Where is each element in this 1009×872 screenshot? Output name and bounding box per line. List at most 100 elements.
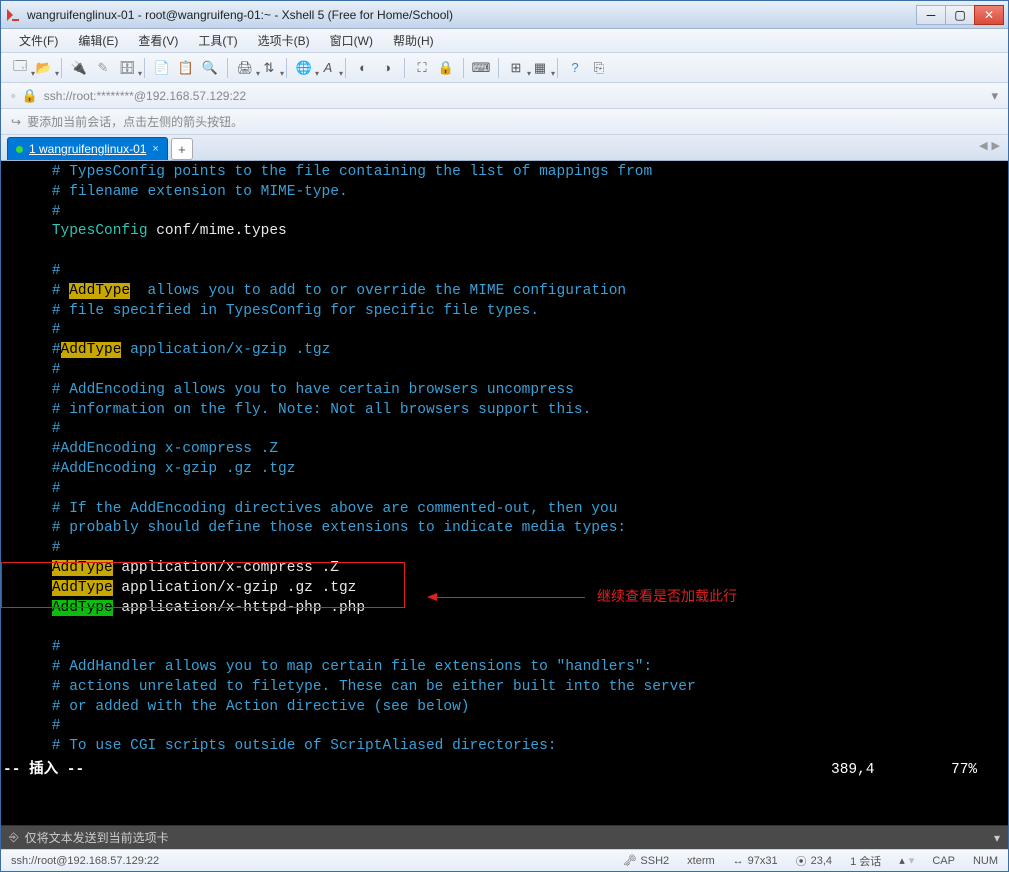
layout-icon[interactable]: ▦ [531, 59, 549, 77]
terminal-line: # AddEncoding allows you to have certain… [17, 381, 1008, 401]
tab-prev-icon[interactable]: ◀ [979, 139, 987, 152]
ssh-icon: 🗝 [622, 854, 636, 867]
print-icon[interactable]: 🖨 [236, 59, 254, 77]
sess-down-icon[interactable]: ▾ [909, 854, 915, 867]
terminal-line: AddType application/x-httpd-php .php [17, 599, 1008, 619]
terminal-line [17, 618, 1008, 638]
terminal-line: #AddEncoding x-compress .Z [17, 440, 1008, 460]
globe-icon[interactable]: 🌐 [295, 59, 313, 77]
vim-position: 389,4 [831, 761, 875, 781]
terminal-line: # To use CGI scripts outside of ScriptAl… [17, 737, 1008, 757]
window-title: wangruifenglinux-01 - root@wangruifeng-0… [27, 8, 917, 22]
terminal-line: # actions unrelated to filetype. These c… [17, 678, 1008, 698]
status-ssh: SSH2 [640, 855, 669, 867]
terminal-line: # [17, 480, 1008, 500]
exit-icon[interactable]: ⎘ [590, 59, 608, 77]
maximize-button[interactable]: ▢ [945, 5, 975, 25]
hint-arrow-icon[interactable]: ↪ [11, 115, 21, 129]
menu-help[interactable]: 帮助(H) [385, 30, 442, 51]
vim-mode: -- 插入 -- [3, 762, 84, 778]
vim-percent: 77% [951, 761, 977, 781]
close-button[interactable]: ✕ [974, 5, 1004, 25]
properties-icon[interactable]: 🗄 [118, 59, 136, 77]
window-controls: ─ ▢ ✕ [917, 5, 1004, 25]
menu-tools[interactable]: 工具(T) [190, 30, 245, 51]
input-icon: ⎆ [9, 830, 19, 845]
input-placeholder: 仅将文本发送到当前选项卡 [25, 829, 169, 846]
tab-bar: 1 wangruifenglinux-01 × + ◀ ▶ [1, 135, 1008, 161]
input-bar[interactable]: ⎆ 仅将文本发送到当前选项卡 ▾ [1, 825, 1008, 849]
status-dot [16, 146, 23, 153]
terminal-line: TypesConfig conf/mime.types [17, 222, 1008, 242]
session-tab[interactable]: 1 wangruifenglinux-01 × [7, 137, 168, 160]
separator [227, 58, 228, 78]
separator [404, 58, 405, 78]
terminal-line: AddType application/x-gzip .gz .tgz [17, 579, 1008, 599]
menu-file[interactable]: 文件(F) [11, 30, 66, 51]
reconnect-icon[interactable]: 🔌 [70, 59, 88, 77]
xagent-icon[interactable]: ◐ [354, 59, 372, 77]
dropdown-icon[interactable]: ▾ [991, 88, 998, 104]
terminal-line: # [17, 420, 1008, 440]
hint-bar: ↪ 要添加当前会话，点击左侧的箭头按钮。 [1, 109, 1008, 135]
lock-small-icon: 🔒 [22, 88, 38, 104]
terminal-line: AddType application/x-compress .Z [17, 559, 1008, 579]
status-connection: ssh://root@192.168.57.129:22 [11, 855, 604, 867]
lock-icon[interactable]: 🔒 [437, 59, 455, 77]
terminal-line: #AddEncoding x-gzip .gz .tgz [17, 460, 1008, 480]
menu-window[interactable]: 窗口(W) [322, 30, 381, 51]
terminal-line: # [17, 361, 1008, 381]
terminal-line: # If the AddEncoding directives above ar… [17, 500, 1008, 520]
tab-close-icon[interactable]: × [152, 143, 158, 155]
address-text[interactable]: ssh://root:********@192.168.57.129:22 [44, 89, 986, 103]
transfer-icon[interactable]: ⇅ [260, 59, 278, 77]
terminal-line: # TypesConfig points to the file contain… [17, 163, 1008, 183]
terminal-line: # information on the fly. Note: Not all … [17, 401, 1008, 421]
terminal-line: # [17, 717, 1008, 737]
status-cap: CAP [932, 855, 955, 867]
help-icon[interactable]: ? [566, 59, 584, 77]
open-icon[interactable]: 📂 [35, 59, 53, 77]
separator [61, 58, 62, 78]
hint-text: 要添加当前会话，点击左侧的箭头按钮。 [27, 113, 243, 130]
add-icon[interactable]: ⊞ [507, 59, 525, 77]
app-window: wangruifenglinux-01 - root@wangruifeng-0… [0, 0, 1009, 872]
sess-up-icon[interactable]: ▴ [899, 854, 905, 867]
terminal-line: # [17, 638, 1008, 658]
size-icon: ↔ [733, 855, 744, 867]
separator [557, 58, 558, 78]
menu-view[interactable]: 查看(V) [130, 30, 186, 51]
separator [463, 58, 464, 78]
new-session-icon[interactable]: 🗔 [11, 59, 29, 77]
font-icon[interactable]: A [319, 59, 337, 77]
terminal-line: # probably should define those extension… [17, 519, 1008, 539]
status-cursor: 23,4 [811, 855, 832, 867]
fullscreen-icon[interactable]: ⛶ [413, 59, 431, 77]
menu-tab[interactable]: 选项卡(B) [250, 30, 318, 51]
terminal-line: # [17, 539, 1008, 559]
find-icon[interactable]: 🔍 [201, 59, 219, 77]
terminal-line: # [17, 321, 1008, 341]
copy-icon[interactable]: 📄 [153, 59, 171, 77]
xshell-icon[interactable]: ◑ [378, 59, 396, 77]
separator [498, 58, 499, 78]
status-num: NUM [973, 855, 998, 867]
minimize-button[interactable]: ─ [916, 5, 946, 25]
keyboard-icon[interactable]: ⌨ [472, 59, 490, 77]
terminal-line: # [17, 262, 1008, 282]
terminal-line: #AddType application/x-gzip .tgz [17, 341, 1008, 361]
toolbar: 🗔 📂 🔌 ✎ 🗄 📄 📋 🔍 🖨 ⇅ 🌐 A ◐ ◑ ⛶ 🔒 ⌨ ⊞ ▦ ? … [1, 53, 1008, 83]
address-bar: ◦ 🔒 ssh://root:********@192.168.57.129:2… [1, 83, 1008, 109]
tab-next-icon[interactable]: ▶ [992, 139, 1000, 152]
tab-add-button[interactable]: + [171, 138, 193, 160]
separator [345, 58, 346, 78]
terminal[interactable]: # TypesConfig points to the file contain… [1, 161, 1008, 825]
input-dropdown-icon[interactable]: ▾ [994, 831, 1000, 845]
pin-icon[interactable]: ◦ [11, 88, 16, 103]
titlebar[interactable]: wangruifenglinux-01 - root@wangruifeng-0… [1, 1, 1008, 29]
paste-icon[interactable]: 📋 [177, 59, 195, 77]
tab-nav: ◀ ▶ [979, 139, 1000, 152]
menubar: 文件(F) 编辑(E) 查看(V) 工具(T) 选项卡(B) 窗口(W) 帮助(… [1, 29, 1008, 53]
disconnect-icon[interactable]: ✎ [94, 59, 112, 77]
menu-edit[interactable]: 编辑(E) [70, 30, 126, 51]
